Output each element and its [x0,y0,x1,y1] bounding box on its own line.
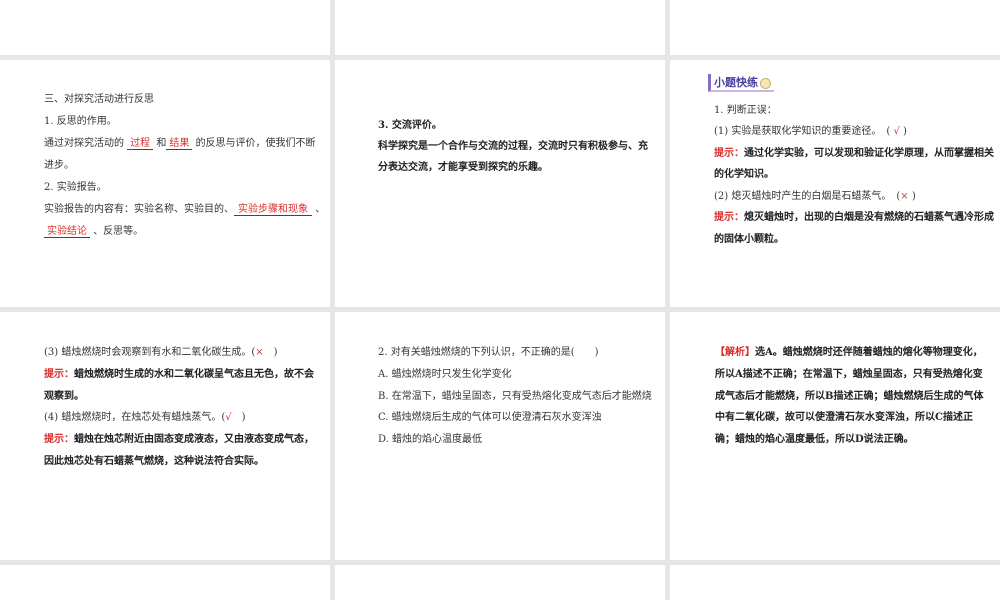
slide-quiz[interactable]: 小题快练 1. 判断正误： (1) 实验是获取化学知识的重要途径。 ( √ ) … [670,60,1000,307]
slide-thumbnail[interactable] [670,0,1000,55]
point-2: 2. 实验报告。 [44,182,107,193]
analysis-line: 【解析】选A。蜡烛燃烧时还伴随着蜡烛的熔化等物理变化， [715,347,983,358]
slide-thumbnail[interactable] [335,0,665,55]
slide-question-2[interactable]: 2. 对有关蜡烛燃烧的下列认识，不正确的是( ) A. 蜡烛燃烧时只发生化学变化… [335,312,665,560]
hint: 提示：熄灭蜡烛时，出现的白烟是没有燃烧的石蜡蒸气遇冷形成 [714,212,994,223]
hint: 提示：蜡烛燃烧时生成的水和二氧化碳呈气态且无色，故不会 [44,369,314,380]
point-1: 1. 反思的作用。 [44,116,117,127]
option-d: D. 蜡烛的焰心温度最低 [378,434,483,445]
slide-reflection[interactable]: 三、对探究活动进行反思 1. 反思的作用。 通过对探究活动的 过程 和结果 的反… [0,60,330,307]
text-line: 观察到。 [44,391,84,402]
text-line: 的化学知识。 [714,169,774,180]
item-4: (4) 蜡烛燃烧时，在烛芯处有蜡烛蒸气。(√ ) [44,412,246,423]
text-line: 中有二氧化碳，故可以使澄清石灰水变浑浊，所以C描述正 [715,412,973,423]
text-line: 实验结论 、反思等。 [44,225,143,239]
text-line: 成气态后才能燃烧，所以B描述正确；蜡烛燃烧后生成的气体 [715,391,984,402]
option-a: A. 蜡烛燃烧时只发生化学变化 [378,369,512,380]
slide-thumbnail[interactable] [335,565,665,600]
hint: 提示：通过化学实验，可以发现和验证化学原理，从而掌握相关 [714,148,994,159]
heading: 3. 交流评价。 [378,120,442,131]
item-3: (3) 蜡烛燃烧时会观察到有水和二氧化碳生成。(× ) [44,347,278,358]
item-2: (2) 熄灭蜡烛时产生的白烟是石蜡蒸气。 (× ) [714,191,916,202]
text-line: 所以A描述不正确；在常温下，蜡烛呈固态，只有受热熔化变 [715,369,983,380]
text-line: 通过对探究活动的 过程 和结果 的反思与评价，使我们不断 [44,138,316,150]
quick-practice-badge: 小题快练 [708,74,774,92]
slide-analysis[interactable]: 【解析】选A。蜡烛燃烧时还伴随着蜡烛的熔化等物理变化， 所以A描述不正确；在常温… [670,312,1000,560]
text-line: 实验报告的内容有：实验名称、实验目的、 实验步骤和现象 、 [44,204,326,216]
slide-quiz-continued[interactable]: (3) 蜡烛燃烧时会观察到有水和二氧化碳生成。(× ) 提示：蜡烛燃烧时生成的水… [0,312,330,560]
text-line: 科学探究是一个合作与交流的过程，交流时只有积极参与、充 [378,141,648,152]
slide-exchange[interactable]: 3. 交流评价。 科学探究是一个合作与交流的过程，交流时只有积极参与、充 分表达… [335,60,665,307]
hint: 提示：蜡烛在烛芯附近由固态变成液态，又由液态变成气态， [44,434,314,445]
text-line: 因此烛芯处有石蜡蒸气燃烧，这种说法符合实际。 [44,456,264,467]
text-line: 进步。 [44,160,74,171]
slide-thumbnail[interactable] [0,0,330,55]
question: 1. 判断正误： [714,105,777,116]
option-c: C. 蜡烛燃烧后生成的气体可以使澄清石灰水变浑浊 [378,412,602,423]
slide-thumbnail[interactable] [0,565,330,600]
slide-thumbnail[interactable] [670,565,1000,600]
book-icon [760,77,771,89]
text-line: 确；蜡烛的焰心温度最低，所以D说法正确。 [715,434,914,445]
question: 2. 对有关蜡烛燃烧的下列认识，不正确的是( ) [378,347,599,358]
heading: 三、对探究活动进行反思 [44,94,154,105]
item-1: (1) 实验是获取化学知识的重要途径。 ( √ ) [714,126,907,137]
text-line: 分表达交流，才能享受到探究的乐趣。 [378,162,548,173]
text-line: 的固体小颗粒。 [714,234,784,245]
option-b: B. 在常温下，蜡烛呈固态，只有受热熔化变成气态后才能燃烧 [378,391,652,402]
